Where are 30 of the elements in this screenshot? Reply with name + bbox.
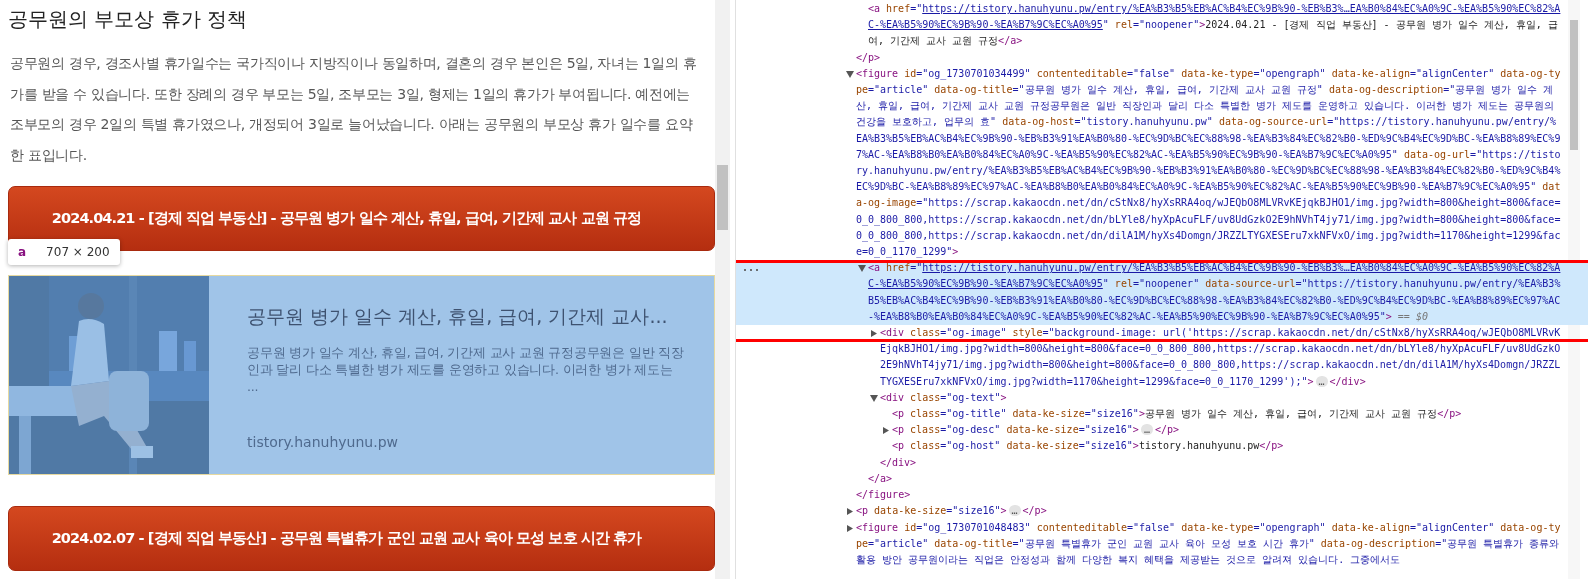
opening-tag-code[interactable]: <div class="og-image" style="background-image: url('https://scrap.kakaocdn.net/dn/cStNx8/hyXsRRA4oq/wJEQbO8MLVRvKEjqkBJHO1/img.jpg?width=800&height=800&face=0_0_800_800,https://scrap.kakaocdn.net/dn/bLYle8/hyXpAcuFLF/uv8UdGzkO2E9hNVhT4jy71/img.jpg?width=800&height=800&face=0_0_800_800,https://scrap.kakaocdn.net/dn/dilA1M/hyXs4Domgn/JRZZLTYGXESEru7xkNFVxO/img.jpg?width=1170&height=1299&face=0_0_1170_1299');"> … </div> [880, 325, 1562, 390]
opening-tag-code[interactable]: <div class="og-text"> [880, 389, 1562, 407]
body-paragraph: 공무원의 경우, 경조사별 휴가일수는 국가직이나 지방직이나 동일하며, 결혼의 경우 본인은 5일, 자녀는 1일의 휴가를 받을 수 있습니다. 또한 장례의 경우 부모는 5일, 조부모는 3일, 형제는 1일의 휴가가 부여됩니다. 예전에는 조부모의 경우 2일의 특별 휴가였으나, 개정되어 3일로 늘어났습니다. 아래는 공무원의 부모상 휴가 일수를 요약한 표입니다. [10, 54, 698, 165]
opening-tag-code[interactable]: <figure id="og_1730701048483" contenteditable="false" data-ke-type="opengraph" data-ke-align="alignCenter" data-og-type="article" data-og-title="공무원 특별휴가 군인 교원 교사 육아 모성 보호 시간 휴가" data-og-description="공무원 특별휴가 종류와 활용 방안 공무원이라는 직업은 안정성과 함께 다양한 복지 혜택을 제공받는 것으로 알려져 있습니다. 그중에서도 [856, 519, 1562, 569]
collapsed-triangle-icon[interactable] [846, 508, 854, 516]
expanded-triangle-icon[interactable] [846, 70, 854, 78]
opening-tag-code[interactable]: <p class="og-title" data-ke-size="size16">공무원 병가 일수 계산, 휴일, 급여, 기간제 교사 교원 규정</p> [892, 406, 1562, 423]
expanded-triangle-icon[interactable] [870, 394, 878, 402]
preview-title: 공무원 병가 일수 계산, 휴일, 급여, 기간제 교사... [247, 304, 669, 329]
collapsed-triangle-icon[interactable] [870, 330, 878, 338]
related-post-link[interactable]: 2024.02.07 - [경제 직업 부동산] - 공무원 특별휴가 군인 교원 교사 육아 모성 보호 시간 휴가 [8, 506, 715, 571]
collapsed-triangle-icon[interactable] [846, 524, 854, 532]
closing-tag-code[interactable]: </p> [856, 49, 1562, 66]
opening-tag-code[interactable]: <a href="https://tistory.hanuhyunu.pw/entry/%EA%B3%B5%EB%AC%B4%EC%9B%90-%EB%B3%…EA%B0%84%EC%A0%9C-%EA%B5%90%EC%82%AC-%EA%B5%90%EC%9B%90-%EA%B7%9C%EC%A0%95" rel="noopener">2024.04.21 - [경제 직업 부동산] - 공무원 병가 일수 계산, 휴일, 급여, 기간제 교사 교원 규정</a> [868, 1, 1562, 50]
opening-tag-code[interactable]: <p data-ke-size="size16"> … </p> [856, 503, 1562, 520]
closing-tag-code[interactable]: </a> [868, 470, 1562, 488]
preview-description: 공무원 병가 일수 계산, 휴일, 급여, 기간제 교사 교원 규정공무원은 일반 직장인과 달리 다소 특별한 병가 제도를 운영하고 있습니다. 이러한 병가 제도는 ... [247, 344, 684, 395]
opening-tag-code[interactable]: <p class="og-host" data-ke-size="size16">tistory.hanuhyunu.pw</p> [892, 438, 1562, 455]
opening-tag-code[interactable]: <a href="https://tistory.hanuhyunu.pw/entry/%EA%B3%B5%EB%AC%B4%EC%9B%90-%EB%B3%…EA%B0%84%EC%A0%9C-%EA%B5%90%EC%82%AC-%EA%B5%90%EC%9B%90-%EA%B7%9C%EC%A0%95" rel="noopener" data-source-url="https://tistory.hanuhyunu.pw/entry/%EA%B3%B5%EB%AC%B4%EC%9B%90-%EB%B3%91%EA%B0%80-%EC%9D%BC%EC%88%98-%EA%B3%84%EC%82%B0-%ED%9C%B4%EC%9D%BC-%EA%B8%89%EC%97%AC-%EA%B8%B0%EA%B0%84%EC%A0%9C-%EA%B5%90%EC%82%AC-%EA%B5%90%EC%9B%90-%EA%B7%9C%EC%A0%95"> == $0 [868, 260, 1562, 326]
opening-tag-code[interactable]: <p class="og-desc" data-ke-size="size16"> … </p> [892, 422, 1562, 439]
collapsed-triangle-icon[interactable] [882, 427, 890, 435]
opening-tag-code[interactable]: <figure id="og_1730701034499" contenteditable="false" data-ke-type="opengraph" data-ke-align="alignCenter" data-og-type="article" data-og-title="공무원 병가 일수 계산, 휴일, 급여, 기간제 교사 교원 규정" data-og-description="공무원 병가 일수 계산, 휴일, 급여, 기간제 교사 교원 규정공무원은 일반 직장인과 달리 다소 특별한 병가 제도를 운영하고 있습니다. 이러한 병가 제도는 공무원의 건강을 보호하고, 업무의 효" data-og-host="tistory.hanuhyunu.pw" data-og-source-url="https://tistory.hanuhyunu.pw/entry/%EA%B3%B5%EB%AC%B4%EC%9B%90-%EB%B3%91%EA%B0%80-%EC%9D%BC%EC%88%98-%EA%B3%84%EC%82%B0-%ED%9C%B4%EC%9D%BC-%EA%B8%89%EC%97%AC-%EA%B8%B0%EA%B0%84%EC%A0%9C-%EA%B5%90%EC%82%AC-%EA%B5%90%EC%9B%90-%EA%B7%9C%EC%A0%95" data-og-url="https://tistory.hanuhyunu.pw/entry/%EA%B3%B5%EB%AC%B4%EC%9B%90-%EB%B3%91%EA%B0%80-%EC%9D%BC%EC%88%98-%EA%B3%84%EC%82%B0-%ED%9C%B4%EC%9D%BC-%EA%B8%89%EC%97%AC-%EA%B8%B0%EA%B0%84%EC%A0%9C-%EA%B5%90%EC%82%AC-%EA%B5%90%EC%9B%90-%EA%B7%9C%EC%A0%95" data-og-image="https://scrap.kakaocdn.net/dn/cStNx8/hyXsRRA4oq/wJEQbO8MLVRvKEjqkBJHO1/img.jpg?width=800&height=800&face=0_0_800_800,https://scrap.kakaocdn.net/dn/bLYle8/hyXpAcuFLF/uv8UdGzkO2E9hNVhT4jy71/img.jpg?width=800&height=800&face=0_0_800_800,https://scrap.kakaocdn.net/dn/dilA1M/hyXs4Domgn/JRZZLTYGXESEru7xkNFVxO/img.jpg?width=1170&height=1299&face=0_0_1170_1299"> [856, 65, 1562, 261]
preview-host: tistory.hanuhyunu.pw [247, 434, 399, 450]
link-preview-card[interactable]: 공무원 병가 일수 계산, 휴일, 급여, 기간제 교사... 공무원 병가 일수 계산, 휴일, 급여, 기간제 교사 교원 규정공무원은 일반 직장인과 달리 다소 특별한 병가 제도를 운영하고 있습니다. 이러한 병가 제도는 ... tistory.hanuhyunu.pw [8, 275, 715, 475]
scrollbar[interactable] [715, 0, 730, 579]
closing-tag-code[interactable]: </figure> [856, 487, 1562, 504]
expanded-triangle-icon[interactable] [858, 265, 866, 273]
closing-tag-code[interactable]: </div> [880, 454, 1562, 471]
node-menu-marker[interactable]: ... [742, 260, 761, 277]
section-heading: 공무원의 부모상 휴가 정책 [8, 6, 249, 33]
